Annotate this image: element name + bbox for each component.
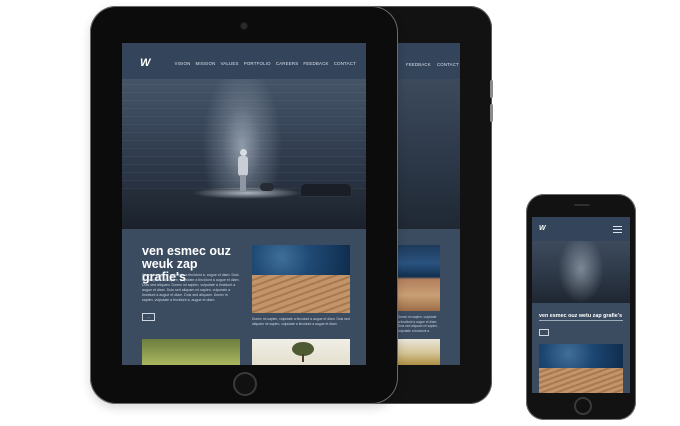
- nav-item-mission[interactable]: MISSION: [196, 61, 216, 66]
- content-section: ven esmec ouz weuk zap grafie's Donec in…: [122, 229, 366, 365]
- wooden-deck: [252, 275, 350, 313]
- person-figure: [240, 175, 246, 191]
- nav-item-vision[interactable]: VISION: [174, 61, 190, 66]
- phone-nav: W: [532, 217, 630, 241]
- back-content: Donec mi sapien, vulputate a tincidunt a…: [396, 229, 460, 365]
- tree-trunk: [302, 354, 304, 362]
- sea: [252, 245, 350, 275]
- dog-figure: [260, 183, 274, 191]
- nav-item-values[interactable]: VALUES: [220, 61, 238, 66]
- person-figure: [238, 156, 248, 176]
- phone-light-beam: [558, 241, 604, 303]
- nav-item-portfolio[interactable]: PORTFOLIO: [244, 61, 271, 66]
- sea: [539, 344, 623, 368]
- phone-logo[interactable]: W: [539, 225, 546, 232]
- photo-grass: [142, 339, 240, 365]
- nav-item-feedback[interactable]: FEEDBACK: [303, 61, 328, 66]
- back-nav-item[interactable]: FEEDBACK: [406, 62, 431, 67]
- hero-image: [122, 79, 366, 229]
- phone-button[interactable]: [539, 329, 549, 336]
- back-caption: Donec mi sapien, vulputate a tincidunt a…: [398, 315, 438, 333]
- back-hero-image: [396, 79, 460, 229]
- car-figure: [300, 183, 352, 197]
- photo-caption: Donec mi sapien, vulputate a tincidunt a…: [252, 317, 350, 326]
- phone-home-button[interactable]: [574, 397, 592, 415]
- light-glow: [192, 187, 302, 199]
- hamburger-menu-icon[interactable]: [613, 226, 622, 233]
- back-nav-item[interactable]: CONTACT: [437, 62, 459, 67]
- wooden-deck: [539, 368, 623, 393]
- tablet-side-button: [490, 80, 493, 98]
- top-nav: W VISION MISSION VALUES PORTFOLIO CAREER…: [122, 43, 366, 79]
- back-photo-sea: [396, 245, 440, 311]
- photo-sea-deck: [252, 245, 350, 313]
- nav-item-careers[interactable]: CAREERS: [276, 61, 299, 66]
- camera-icon: [241, 23, 247, 29]
- person-figure: [240, 149, 247, 156]
- read-more-button[interactable]: —: [142, 313, 155, 321]
- logo[interactable]: W: [140, 57, 150, 69]
- home-button[interactable]: [233, 372, 257, 396]
- body-text: Donec in sapien, vulputate a tincidunt a…: [142, 273, 240, 302]
- tablet-screen: W VISION MISSION VALUES PORTFOLIO CAREER…: [122, 43, 366, 365]
- speaker-icon: [574, 204, 590, 206]
- nav-item-contact[interactable]: CONTACT: [334, 61, 356, 66]
- back-nav: FEEDBACK CONTACT: [396, 43, 460, 79]
- phone-headline: ven esmec ouz wetu zap grafie's: [539, 313, 623, 319]
- divider: [539, 320, 623, 321]
- back-photo-field: [396, 339, 440, 365]
- nav-menu: VISION MISSION VALUES PORTFOLIO CAREERS …: [174, 61, 356, 66]
- phone-photo-sea-deck: [539, 344, 623, 393]
- back-tablet-screen: FEEDBACK CONTACT Donec mi sapien, vulput…: [396, 43, 460, 365]
- phone-screen: W ven esmec ouz wetu zap grafie's: [532, 217, 630, 393]
- tablet-side-button: [490, 104, 493, 122]
